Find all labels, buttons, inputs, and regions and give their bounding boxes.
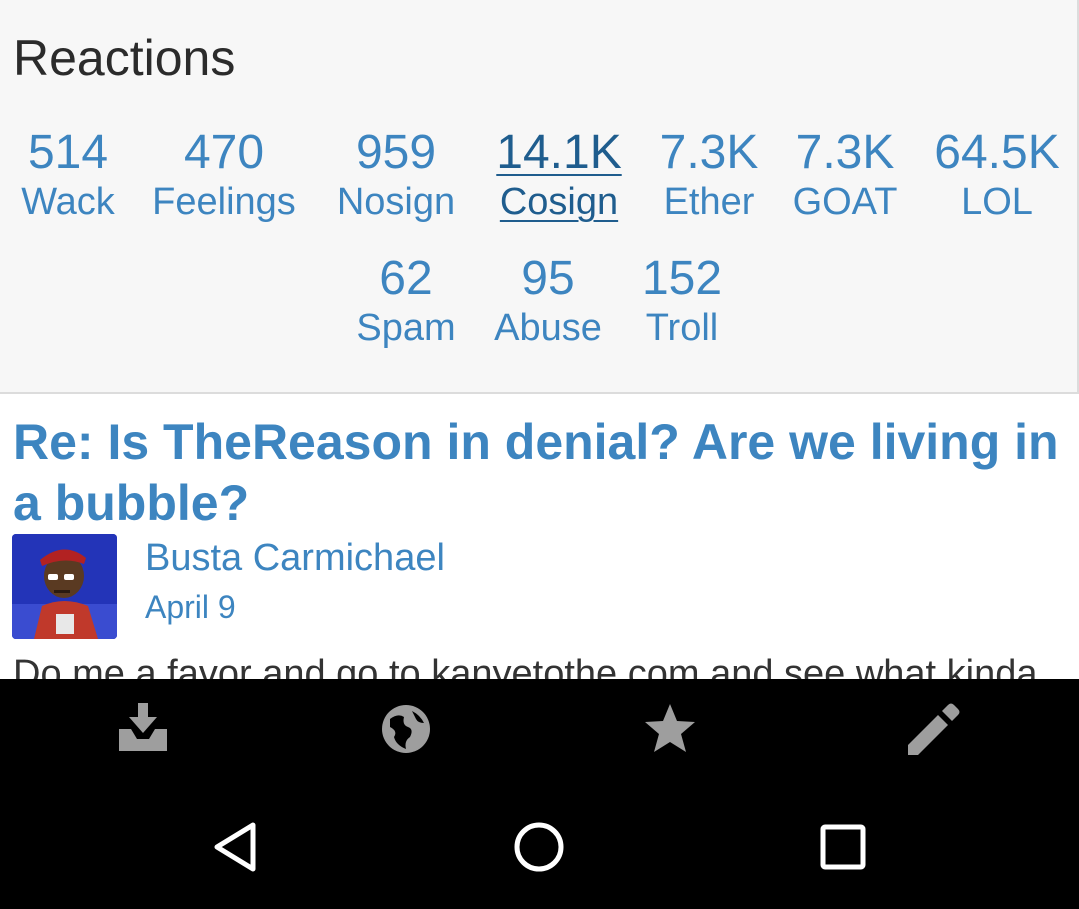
reaction-nosign[interactable]: 959 Nosign — [332, 128, 460, 226]
back-icon[interactable] — [205, 817, 265, 877]
reaction-troll[interactable]: 152 Troll — [636, 254, 728, 352]
bottom-toolbar — [0, 679, 1079, 779]
home-icon[interactable] — [509, 817, 569, 877]
avatar[interactable] — [12, 534, 117, 639]
pencil-icon[interactable] — [904, 699, 964, 759]
reaction-count: 14.1K — [496, 126, 622, 179]
reaction-label: Ether — [663, 181, 755, 223]
reaction-lol[interactable]: 64.5K LOL — [928, 128, 1066, 226]
reaction-count: 7.3K — [659, 126, 759, 179]
reaction-label: Spam — [356, 307, 456, 349]
post-author[interactable]: Busta Carmichael — [145, 536, 445, 580]
reaction-label: Feelings — [152, 181, 296, 223]
reaction-count: 64.5K — [934, 126, 1060, 179]
reaction-feelings[interactable]: 470 Feelings — [150, 128, 298, 226]
avatar-image — [12, 534, 117, 639]
reaction-spam[interactable]: 62 Spam — [352, 254, 460, 352]
reaction-goat[interactable]: 7.3K GOAT — [790, 128, 900, 226]
reaction-wack[interactable]: 514 Wack — [14, 128, 122, 226]
reaction-count: 62 — [379, 252, 433, 305]
reaction-count: 514 — [27, 126, 109, 179]
reaction-count: 959 — [355, 126, 437, 179]
reaction-label: Troll — [645, 307, 719, 349]
reaction-label: Wack — [21, 181, 115, 223]
reaction-label: Cosign — [499, 181, 619, 223]
globe-icon[interactable] — [376, 699, 436, 759]
reaction-label: Abuse — [494, 307, 602, 349]
reaction-count: 7.3K — [795, 126, 895, 179]
reaction-count: 95 — [521, 252, 575, 305]
post-title[interactable]: Re: Is TheReason in denial? Are we livin… — [13, 412, 1073, 534]
reaction-ether[interactable]: 7.3K Ether — [654, 128, 764, 226]
reaction-cosign[interactable]: 14.1K Cosign — [491, 128, 627, 226]
reaction-abuse[interactable]: 95 Abuse — [490, 254, 606, 352]
post-body-preview: Do me a favor and go to kanyetothe.com a… — [13, 653, 1038, 679]
reaction-count: 470 — [183, 126, 265, 179]
post-card: Re: Is TheReason in denial? Are we livin… — [0, 394, 1079, 679]
reactions-panel: Reactions 514 Wack 470 Feelings 959 Nosi… — [0, 0, 1079, 394]
reaction-label: Nosign — [336, 181, 456, 223]
reaction-label: GOAT — [792, 181, 898, 223]
inbox-download-icon[interactable] — [113, 699, 173, 759]
post-date: April 9 — [145, 589, 236, 625]
recents-icon[interactable] — [813, 817, 873, 877]
reaction-count: 152 — [641, 252, 723, 305]
reactions-title: Reactions — [13, 30, 236, 86]
system-nav-bar — [0, 779, 1079, 909]
star-icon[interactable] — [640, 699, 700, 759]
screen: Reactions 514 Wack 470 Feelings 959 Nosi… — [0, 0, 1079, 909]
reaction-label: LOL — [961, 181, 1033, 223]
